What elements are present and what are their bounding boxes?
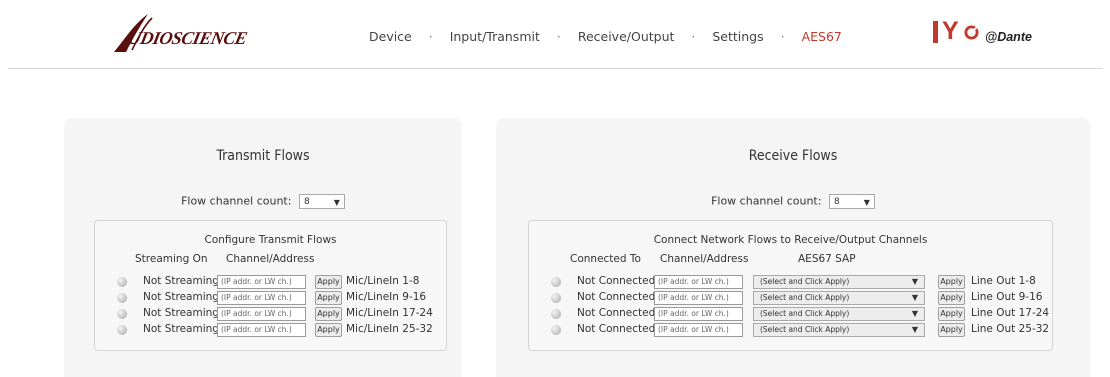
transmit-count-label: Flow channel count: <box>181 194 292 208</box>
chevron-down-icon: ▼ <box>911 309 918 318</box>
chevron-down-icon: ▼ <box>863 198 870 207</box>
status-led-icon <box>551 309 561 319</box>
address-input[interactable]: (IP addr. or LW ch.) <box>217 275 306 289</box>
col-connected-to: Connected To <box>570 253 641 265</box>
sap-select-value: (Select and Click Apply) <box>760 325 850 334</box>
transmit-count-value: 8 <box>303 197 310 207</box>
sap-select[interactable]: (Select and Click Apply) ▼ <box>753 275 925 289</box>
transmit-box-title: Configure Transmit Flows <box>204 234 337 246</box>
sap-select[interactable]: (Select and Click Apply) ▼ <box>753 291 925 305</box>
apply-button[interactable]: Apply <box>938 323 965 337</box>
stream-status: Not Streaming <box>143 291 219 303</box>
stream-status: Not Streaming <box>143 323 219 335</box>
status-led-icon <box>551 293 561 303</box>
channel-label: Mic/LineIn 25-32 <box>346 323 433 335</box>
channel-label: Mic/LineIn 1-8 <box>346 275 420 287</box>
address-input[interactable]: (IP addr. or LW ch.) <box>217 307 306 321</box>
nav-aes67[interactable]: AES67 <box>802 29 842 44</box>
dante-logo[interactable]: @Dante <box>985 30 1032 44</box>
iyo-bar <box>933 21 938 43</box>
nav-device[interactable]: Device <box>369 29 412 44</box>
status-led-icon <box>117 325 127 335</box>
receive-count-value: 8 <box>833 197 840 207</box>
header: UDIOSCIENCE Device · Input/Transmit · Re… <box>0 0 1110 68</box>
transmit-count-select[interactable]: 8 ▼ <box>298 194 345 209</box>
chevron-down-icon: ▼ <box>911 293 918 302</box>
dante-text: Dante <box>997 30 1032 44</box>
chevron-down-icon: ▼ <box>333 198 340 207</box>
status-led-icon <box>117 293 127 303</box>
receive-count-label: Flow channel count: <box>711 194 822 208</box>
output-channel-label: Line Out 1-8 <box>971 275 1036 287</box>
iyo-letter: Y <box>942 17 959 45</box>
nav-separator: · <box>428 29 433 44</box>
address-input[interactable]: (IP addr. or LW ch.) <box>654 275 743 289</box>
sap-select-value: (Select and Click Apply) <box>760 293 850 302</box>
stream-status: Not Streaming <box>143 307 219 319</box>
stream-status: Not Streaming <box>143 275 219 287</box>
channel-label: Mic/LineIn 9-16 <box>346 291 427 303</box>
logo-text: UDIOSCIENCE <box>125 28 249 48</box>
header-divider <box>8 68 1102 69</box>
receive-connect-box: Connect Network Flows to Receive/Output … <box>528 220 1053 351</box>
apply-button[interactable]: Apply <box>315 275 342 289</box>
sap-select-value: (Select and Click Apply) <box>760 309 850 318</box>
output-channel-label: Line Out 17-24 <box>971 307 1050 319</box>
apply-button[interactable]: Apply <box>315 307 342 321</box>
address-input[interactable]: (IP addr. or LW ch.) <box>217 291 306 305</box>
connection-status: Not Connected <box>577 323 656 335</box>
transmit-config-box: Configure Transmit Flows Streaming On Ch… <box>94 220 447 351</box>
connection-status: Not Connected <box>577 291 656 303</box>
chevron-down-icon: ▼ <box>911 277 918 286</box>
apply-button[interactable]: Apply <box>938 307 965 321</box>
sap-select-value: (Select and Click Apply) <box>760 277 850 286</box>
col-channel-address: Channel/Address <box>660 253 749 265</box>
apply-button[interactable]: Apply <box>938 275 965 289</box>
apply-button[interactable]: Apply <box>315 323 342 337</box>
transmit-count-row: Flow channel count: 8 ▼ <box>64 194 462 209</box>
iyo-swirl-icon <box>964 25 979 40</box>
col-aes67-sap: AES67 SAP <box>798 253 856 265</box>
sap-select[interactable]: (Select and Click Apply) ▼ <box>753 323 925 337</box>
connection-status: Not Connected <box>577 275 656 287</box>
apply-button[interactable]: Apply <box>938 291 965 305</box>
status-led-icon <box>117 309 127 319</box>
nav-settings[interactable]: Settings <box>712 29 763 44</box>
nav-separator: · <box>691 29 696 44</box>
apply-button[interactable]: Apply <box>315 291 342 305</box>
connection-status: Not Connected <box>577 307 656 319</box>
channel-label: Mic/LineIn 17-24 <box>346 307 433 319</box>
col-channel-address: Channel/Address <box>226 253 315 265</box>
nav-separator: · <box>780 29 785 44</box>
status-led-icon <box>551 325 561 335</box>
dante-mark-icon: @ <box>985 30 998 44</box>
col-streaming-on: Streaming On <box>135 253 208 265</box>
receive-panel: Receive Flows Flow channel count: 8 ▼ Con… <box>496 118 1090 377</box>
receive-count-row: Flow channel count: 8 ▼ <box>496 194 1090 209</box>
receive-box-title: Connect Network Flows to Receive/Output … <box>653 234 928 246</box>
address-input[interactable]: (IP addr. or LW ch.) <box>217 323 306 337</box>
output-channel-label: Line Out 25-32 <box>971 323 1050 335</box>
transmit-title: Transmit Flows <box>216 148 310 164</box>
sap-select[interactable]: (Select and Click Apply) ▼ <box>753 307 925 321</box>
receive-count-select[interactable]: 8 ▼ <box>828 194 875 209</box>
transmit-panel: Transmit Flows Flow channel count: 8 ▼ Co… <box>64 118 462 377</box>
nav-input-transmit[interactable]: Input/Transmit <box>450 29 540 44</box>
address-input[interactable]: (IP addr. or LW ch.) <box>654 307 743 321</box>
main-nav: Device · Input/Transmit · Receive/Output… <box>369 29 842 44</box>
nav-separator: · <box>556 29 561 44</box>
status-led-icon <box>551 277 561 287</box>
address-input[interactable]: (IP addr. or LW ch.) <box>654 291 743 305</box>
nav-receive-output[interactable]: Receive/Output <box>578 29 675 44</box>
output-channel-label: Line Out 9-16 <box>971 291 1043 303</box>
status-led-icon <box>117 277 127 287</box>
chevron-down-icon: ▼ <box>911 325 918 334</box>
address-input[interactable]: (IP addr. or LW ch.) <box>654 323 743 337</box>
receive-title: Receive Flows <box>748 148 838 164</box>
